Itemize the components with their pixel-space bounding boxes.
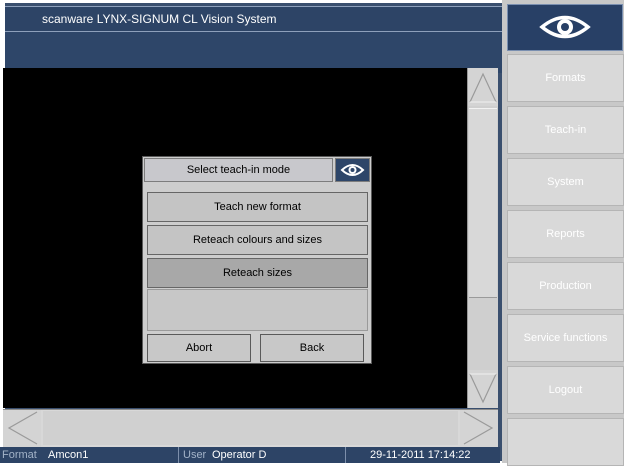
- format-key: Format: [2, 449, 37, 461]
- user-key: User: [183, 449, 207, 461]
- arrow-right-icon: [463, 411, 494, 445]
- sidebar-item-service-functions[interactable]: Service functions: [507, 314, 624, 362]
- vertical-scrollbar[interactable]: [467, 68, 498, 408]
- scroll-left-button[interactable]: [3, 410, 41, 447]
- eye-icon: [340, 164, 365, 176]
- option-reteach-sizes[interactable]: Reteach sizes: [147, 258, 368, 288]
- sidebar-item-empty: [507, 418, 624, 466]
- option-reteach-colours-and-sizes[interactable]: Reteach colours and sizes: [147, 225, 368, 255]
- teach-in-dialog: Select teach-in mode Teach new format Re…: [142, 156, 372, 364]
- sidebar-item-reports[interactable]: Reports: [507, 210, 624, 258]
- sidebar-item-teach-in[interactable]: Teach-in: [507, 106, 624, 154]
- dialog-empty-area: [147, 289, 368, 331]
- back-button[interactable]: Back: [260, 334, 364, 362]
- logo: [507, 4, 623, 51]
- header-strip: [5, 32, 502, 73]
- sidebar-item-formats[interactable]: Formats: [507, 54, 624, 102]
- eye-icon: [539, 15, 591, 39]
- sidebar-item-logout[interactable]: Logout: [507, 366, 624, 414]
- status-divider: [345, 447, 346, 463]
- arrow-up-icon: [469, 72, 497, 103]
- sidebar-item-system[interactable]: System: [507, 158, 624, 206]
- status-bar: Format Amcon1 User Operator D 29-11-2011…: [0, 447, 500, 463]
- scroll-track[interactable]: [43, 411, 458, 445]
- option-teach-new-format[interactable]: Teach new format: [147, 192, 368, 222]
- user-value: Operator D: [212, 449, 267, 461]
- arrow-left-icon: [7, 411, 38, 445]
- horizontal-scrollbar[interactable]: [3, 409, 498, 447]
- dialog-logo: [335, 158, 370, 182]
- app-title: scanware LYNX-SIGNUM CL Vision System: [42, 12, 277, 26]
- scroll-up-button[interactable]: [468, 68, 498, 106]
- dialog-title: Select teach-in mode: [144, 158, 333, 182]
- abort-button[interactable]: Abort: [147, 334, 251, 362]
- sidebar: Formats Teach-in System Reports Producti…: [502, 0, 624, 466]
- scroll-thumb[interactable]: [469, 108, 497, 298]
- datetime: 29-11-2011 17:14:22: [370, 449, 471, 461]
- scroll-down-button[interactable]: [468, 370, 498, 408]
- arrow-down-icon: [469, 373, 497, 404]
- status-divider: [178, 447, 179, 463]
- scroll-right-button[interactable]: [460, 410, 498, 447]
- sidebar-item-production[interactable]: Production: [507, 262, 624, 310]
- format-value: Amcon1: [48, 449, 89, 461]
- title-bar: scanware LYNX-SIGNUM CL Vision System: [5, 6, 502, 32]
